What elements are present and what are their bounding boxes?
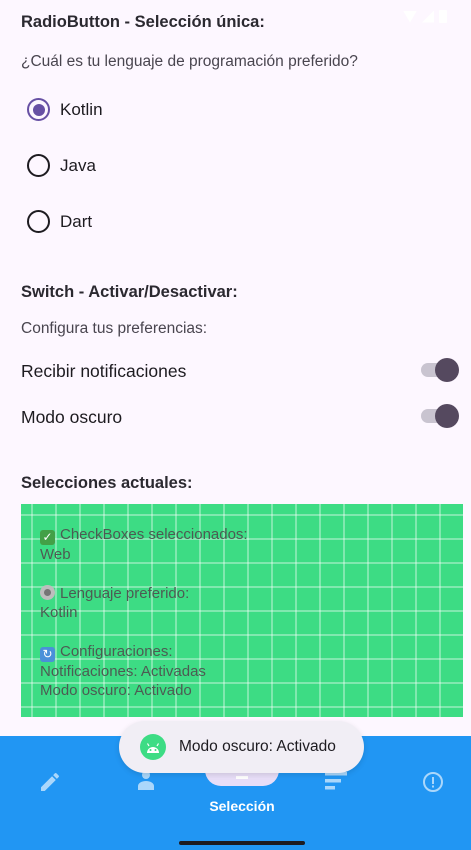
toast-text: Modo oscuro: Activado <box>179 738 336 755</box>
dark-mode-label: Modo oscuro <box>21 407 123 427</box>
signal-icon <box>422 10 434 23</box>
radio-option-label: Java <box>60 155 96 175</box>
check-mark-icon: ✓ <box>40 530 55 545</box>
radio-option-label: Kotlin <box>60 99 103 119</box>
radio-option-label: Dart <box>60 211 93 231</box>
switch-thumb <box>435 404 459 428</box>
radio-button-icon <box>40 584 55 600</box>
battery-icon <box>439 10 447 23</box>
pencil-icon[interactable] <box>38 770 62 794</box>
config-heading: ↻ Configuraciones: <box>40 642 444 662</box>
android-icon <box>140 734 166 760</box>
radio-button[interactable] <box>27 154 50 177</box>
dark-mode-switch[interactable] <box>421 403 459 429</box>
config-dark-mode: Modo oscuro: Activado <box>40 682 192 699</box>
checkboxes-heading: ✓ CheckBoxes seleccionados: <box>40 525 444 545</box>
radio-button-selected[interactable] <box>27 98 50 121</box>
checkboxes-value: Web <box>40 546 71 563</box>
notifications-switch[interactable] <box>421 357 459 383</box>
language-heading: Lenguaje preferido: <box>40 584 444 604</box>
info-icon[interactable] <box>422 771 444 793</box>
radio-question: ¿Cuál es tu lenguaje de programación pre… <box>21 53 358 70</box>
cycle-arrows-icon: ↻ <box>40 646 55 662</box>
nav-item-seleccion[interactable]: Selección <box>0 798 471 814</box>
gesture-navigation-bar[interactable] <box>179 841 305 845</box>
radio-section-title: RadioButton - Selección única: <box>21 13 265 31</box>
wifi-icon <box>403 10 417 23</box>
radio-option-kotlin[interactable]: Kotlin <box>27 98 103 121</box>
switch-section-subtitle: Configura tus preferencias: <box>21 320 208 337</box>
notifications-label: Recibir notificaciones <box>21 361 187 381</box>
switch-thumb <box>435 358 459 382</box>
radio-option-java[interactable]: Java <box>27 154 96 177</box>
radio-button[interactable] <box>27 210 50 233</box>
summary-card: ✓ CheckBoxes seleccionados: Web Lenguaje … <box>21 504 463 717</box>
language-value: Kotlin <box>40 604 78 621</box>
radio-option-dart[interactable]: Dart <box>27 210 92 233</box>
config-notifications: Notificaciones: Activadas <box>40 662 206 680</box>
status-bar-icons <box>403 10 447 23</box>
toast-message: Modo oscuro: Activado <box>119 721 364 773</box>
switch-section-title: Switch - Activar/Desactivar: <box>21 283 238 301</box>
sort-icon[interactable] <box>324 770 350 792</box>
summary-title: Selecciones actuales: <box>21 474 193 492</box>
